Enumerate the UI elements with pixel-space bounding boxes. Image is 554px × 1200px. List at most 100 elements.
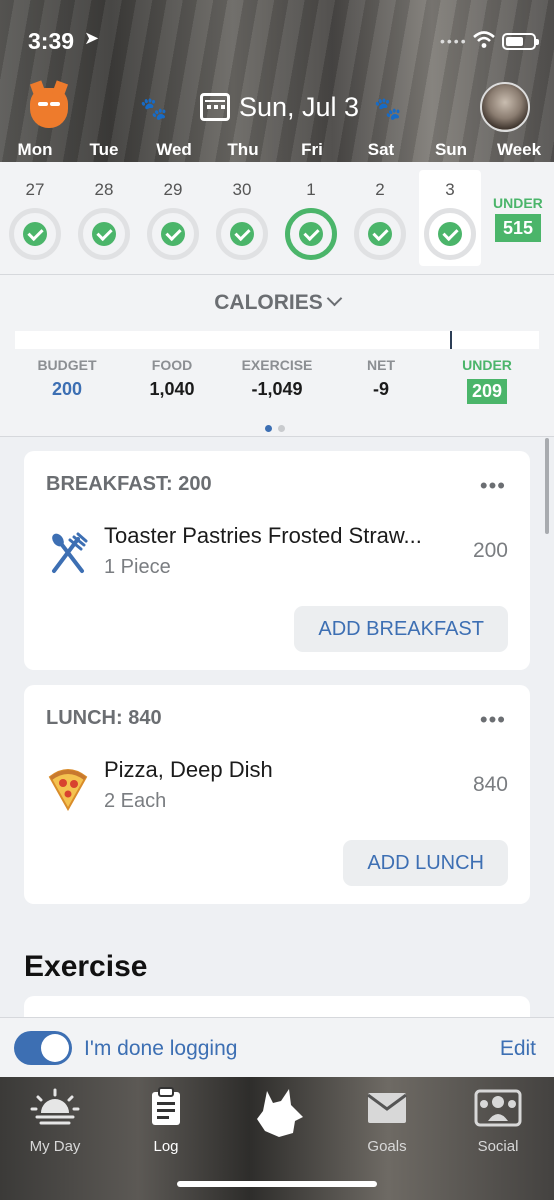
done-logging-bar: I'm done logging Edit (0, 1017, 554, 1077)
done-logging-toggle[interactable] (14, 1031, 72, 1065)
day-progress-ring (78, 208, 130, 260)
day-number: 2 (375, 180, 385, 199)
add-breakfast-button[interactable]: ADD BREAKFAST (294, 606, 508, 652)
food-calories: 200 (472, 539, 508, 562)
tab-home[interactable] (237, 1087, 317, 1150)
day-name[interactable]: Thu (208, 140, 278, 160)
exercise-label: EXERCISE (241, 357, 313, 373)
tab-label: Log (153, 1138, 179, 1155)
people-icon (474, 1089, 522, 1127)
current-date[interactable]: Sun, Jul 3 (239, 92, 359, 123)
budget-stat: BUDGET 200 (22, 357, 112, 400)
owl-logo-icon[interactable] (30, 88, 68, 128)
net-stat: NET -9 (336, 357, 426, 400)
food-quantity: 1 Piece (104, 556, 171, 578)
lunch-card: LUNCH: 840 ••• Pizza, Deep Dish 2 Each 8… (24, 685, 530, 904)
day-name[interactable]: Mon (0, 140, 70, 160)
breakfast-card: BREAKFAST: 200 ••• Toaster Pastries Fros… (24, 451, 530, 670)
more-options-icon[interactable]: ••• (480, 473, 506, 499)
day-name[interactable]: Week (484, 140, 554, 160)
page-indicator[interactable] (265, 419, 291, 437)
food-name[interactable]: Pizza, Deep Dish (104, 757, 273, 783)
envelope-icon (367, 1093, 407, 1123)
check-icon (438, 222, 462, 246)
tab-label: My Day (29, 1138, 81, 1155)
exercise-stat: EXERCISE -1,049 (232, 357, 322, 400)
food-quantity: 2 Each (104, 790, 167, 812)
check-icon (368, 222, 392, 246)
day-cell[interactable]: 1 (280, 170, 342, 266)
tab-social[interactable]: Social (458, 1087, 538, 1155)
food-calories: 840 (472, 773, 508, 796)
home-indicator[interactable] (177, 1181, 377, 1187)
day-number: 29 (163, 180, 183, 199)
day-cell[interactable]: 28 (73, 170, 135, 266)
meal-title: LUNCH: 840 (46, 707, 162, 729)
page-dot (278, 425, 285, 432)
day-name[interactable]: Fri (277, 140, 347, 160)
day-name[interactable]: Tue (69, 140, 139, 160)
tab-my-day[interactable]: My Day (15, 1087, 95, 1155)
week-under-label: UNDER (493, 195, 543, 211)
check-icon (299, 222, 323, 246)
week-under-badge[interactable]: 515 (495, 214, 541, 242)
profile-avatar[interactable] (480, 82, 530, 132)
under-stat: UNDER 209 (442, 357, 532, 404)
meal-title: BREAKFAST: 200 (46, 473, 212, 495)
metric-title: CALORIES (214, 291, 323, 314)
day-progress-ring (9, 208, 61, 260)
check-icon (161, 222, 185, 246)
day-cell[interactable]: 27 (4, 170, 66, 266)
day-names-row: Mon Tue Wed Thu Fri Sat Sun Week (0, 140, 554, 162)
tab-goals[interactable]: Goals (347, 1087, 427, 1155)
prev-day-paw-icon[interactable]: 🐾 (140, 96, 167, 122)
calendar-icon[interactable] (200, 93, 230, 121)
food-stat: FOOD 1,040 (127, 357, 217, 400)
pizza-icon (48, 769, 88, 811)
day-name[interactable]: Wed (139, 140, 209, 160)
day-cell-selected[interactable]: 3 (419, 170, 481, 266)
scrollbar[interactable] (545, 438, 549, 534)
tab-label: Goals (367, 1138, 407, 1155)
fork-knife-icon (52, 532, 88, 573)
page-dot-active (265, 425, 272, 432)
wifi-icon (473, 31, 495, 48)
exercise-section-title: Exercise (24, 950, 148, 983)
food-value: 1,040 (149, 379, 195, 399)
budget-value: 200 (51, 379, 83, 399)
net-value: -9 (372, 379, 389, 399)
metric-selector[interactable]: CALORIES (0, 290, 554, 315)
exercise-value: -1,049 (251, 379, 303, 399)
tab-log[interactable]: Log (126, 1087, 206, 1155)
day-number: 28 (94, 180, 114, 199)
wolf-icon (257, 1089, 303, 1137)
day-progress-ring (424, 208, 476, 260)
day-progress-ring (285, 208, 337, 260)
day-name[interactable]: Sun (416, 140, 486, 160)
edit-button[interactable]: Edit (500, 1037, 536, 1061)
budget-marker (450, 331, 452, 349)
app-header: 🐾 Sun, Jul 3 🐾 (0, 80, 554, 132)
day-cell[interactable]: 30 (211, 170, 273, 266)
status-time: 3:39 (28, 28, 75, 54)
food-name[interactable]: Toaster Pastries Frosted Straw... (104, 523, 422, 549)
done-logging-label[interactable]: I'm done logging (84, 1037, 237, 1061)
week-strip: 27 28 29 30 1 2 3 UNDER 515 (0, 162, 554, 275)
day-number: 1 (306, 180, 316, 199)
day-cell[interactable]: 2 (349, 170, 411, 266)
next-day-paw-icon[interactable]: 🐾 (374, 96, 401, 122)
tab-label: Social (477, 1138, 519, 1155)
under-label: UNDER (462, 357, 512, 373)
chevron-down-icon (326, 290, 343, 307)
day-progress-ring (147, 208, 199, 260)
day-name[interactable]: Sat (346, 140, 416, 160)
add-lunch-button[interactable]: ADD LUNCH (343, 840, 508, 886)
day-number: 27 (25, 180, 45, 199)
day-cell[interactable]: 29 (142, 170, 204, 266)
status-bar: 3:39 ➤ •••• (0, 0, 554, 80)
food-label: FOOD (151, 357, 193, 373)
day-number: 3 (445, 180, 455, 199)
day-progress-ring (216, 208, 268, 260)
more-options-icon[interactable]: ••• (480, 707, 506, 733)
net-label: NET (367, 357, 395, 373)
